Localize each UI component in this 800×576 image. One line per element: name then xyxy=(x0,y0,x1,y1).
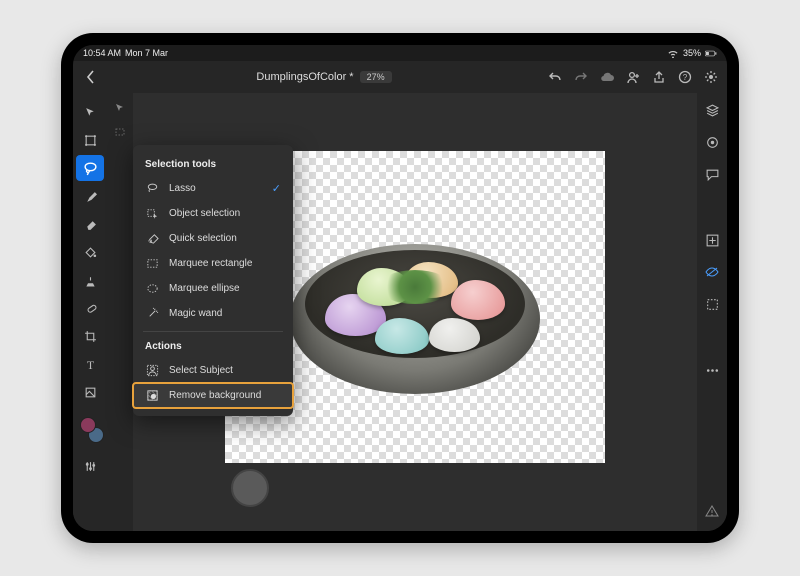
back-button[interactable] xyxy=(81,70,101,84)
submode-arrow-icon[interactable] xyxy=(111,99,129,117)
image-subject-bowl xyxy=(290,244,540,394)
tool-strip: T xyxy=(73,93,107,531)
color-wells[interactable] xyxy=(80,417,100,437)
popover-divider xyxy=(143,331,283,332)
help-icon[interactable]: ? xyxy=(677,69,693,85)
marquee-rectangle-option[interactable]: Marquee rectangle xyxy=(133,251,293,276)
remove-background-label: Remove background xyxy=(169,390,261,401)
fill-tool[interactable] xyxy=(76,239,104,265)
battery-icon xyxy=(705,49,717,58)
brush-tool[interactable] xyxy=(76,183,104,209)
selection-tools-header: Selection tools xyxy=(133,155,293,176)
svg-text:?: ? xyxy=(683,73,688,82)
document-title: DumplingsOfColor * xyxy=(256,71,353,83)
svg-text:T: T xyxy=(86,358,94,371)
right-panel-rail xyxy=(697,93,727,531)
select-subject-action[interactable]: Select Subject xyxy=(133,358,293,383)
work-area: T xyxy=(73,93,727,531)
magic-wand-label: Magic wand xyxy=(169,308,222,319)
transform-tool[interactable] xyxy=(76,127,104,153)
wifi-icon xyxy=(667,49,679,58)
status-time: 10:54 AM xyxy=(83,48,121,58)
settings-icon[interactable] xyxy=(703,69,719,85)
tablet-frame: 10:54 AM Mon 7 Mar 35% DumplingsOfColor … xyxy=(61,33,739,543)
object-selection-label: Object selection xyxy=(169,208,240,219)
status-bar: 10:54 AM Mon 7 Mar 35% xyxy=(73,45,727,61)
object-selection-option[interactable]: Object selection xyxy=(133,201,293,226)
app-topbar: DumplingsOfColor * 27% ? xyxy=(73,61,727,93)
marquee-rectangle-label: Marquee rectangle xyxy=(169,258,252,269)
select-subject-icon xyxy=(145,363,160,378)
object-selection-icon xyxy=(145,206,160,221)
actions-header: Actions xyxy=(133,337,293,358)
battery-percent: 35% xyxy=(683,48,701,58)
move-tool[interactable] xyxy=(76,99,104,125)
marquee-ellipse-icon xyxy=(145,281,160,296)
app-screen: 10:54 AM Mon 7 Mar 35% DumplingsOfColor … xyxy=(73,45,727,531)
history-button[interactable] xyxy=(703,295,721,313)
touch-shortcut-puck[interactable] xyxy=(231,469,269,507)
magic-wand-option[interactable]: Magic wand xyxy=(133,301,293,326)
sliders-icon[interactable] xyxy=(76,453,104,479)
more-options-button[interactable] xyxy=(703,361,721,379)
selection-tools-popover: Selection tools Lasso Object selection Q… xyxy=(133,145,293,416)
add-layer-button[interactable] xyxy=(703,231,721,249)
eraser-tool[interactable] xyxy=(76,211,104,237)
heal-tool[interactable] xyxy=(76,295,104,321)
place-tool[interactable] xyxy=(76,379,104,405)
lasso-icon xyxy=(145,181,160,196)
clone-stamp-tool[interactable] xyxy=(76,267,104,293)
invite-icon[interactable] xyxy=(625,69,641,85)
remove-background-action[interactable]: Remove background xyxy=(133,383,293,408)
redo-button[interactable] xyxy=(573,69,589,85)
tool-options-strip xyxy=(107,93,133,531)
remove-background-icon xyxy=(145,388,160,403)
crop-tool[interactable] xyxy=(76,323,104,349)
zoom-badge[interactable]: 27% xyxy=(360,71,392,83)
marquee-ellipse-label: Marquee ellipse xyxy=(169,283,240,294)
magic-wand-icon xyxy=(145,306,160,321)
layers-panel-button[interactable] xyxy=(703,101,721,119)
lasso-label: Lasso xyxy=(169,183,196,194)
marquee-ellipse-option[interactable]: Marquee ellipse xyxy=(133,276,293,301)
quick-selection-option[interactable]: Quick selection xyxy=(133,226,293,251)
marquee-rectangle-icon xyxy=(145,256,160,271)
status-date: Mon 7 Mar xyxy=(125,48,168,58)
lasso-option[interactable]: Lasso xyxy=(133,176,293,201)
submode-rect-icon[interactable] xyxy=(111,123,129,141)
undo-button[interactable] xyxy=(547,69,563,85)
lasso-tool[interactable] xyxy=(76,155,104,181)
type-tool[interactable]: T xyxy=(76,351,104,377)
comments-panel-button[interactable] xyxy=(703,165,721,183)
cloud-icon[interactable] xyxy=(599,69,615,85)
share-icon[interactable] xyxy=(651,69,667,85)
visibility-button[interactable] xyxy=(703,263,721,281)
properties-panel-button[interactable] xyxy=(703,133,721,151)
warning-icon[interactable] xyxy=(705,504,719,523)
quick-selection-label: Quick selection xyxy=(169,233,237,244)
select-subject-label: Select Subject xyxy=(169,365,233,376)
quick-selection-icon xyxy=(145,231,160,246)
